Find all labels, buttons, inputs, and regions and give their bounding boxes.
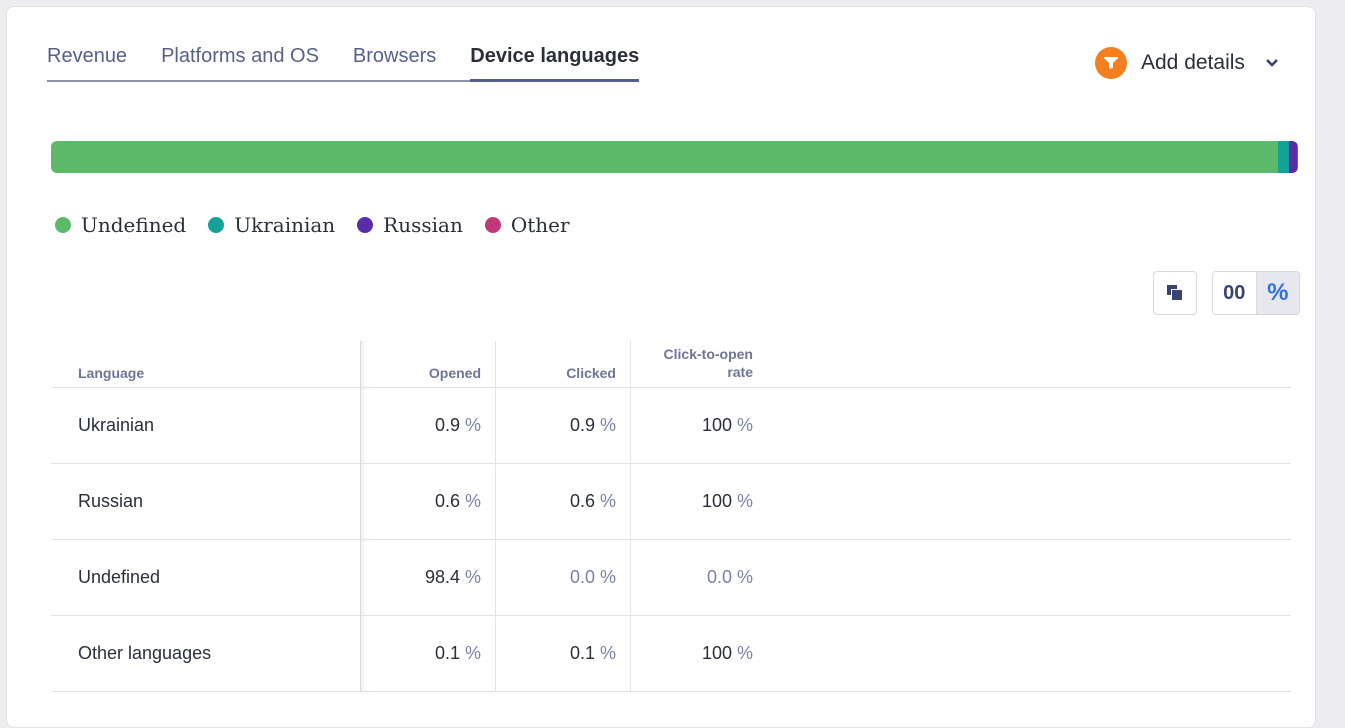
table-row: Ukrainian 0.9% 0.9% 100% xyxy=(51,388,1291,464)
row-filler xyxy=(766,540,1291,615)
unit: % xyxy=(464,643,481,663)
unit: % xyxy=(599,643,616,663)
cell-clicked: 0.0% xyxy=(496,540,631,615)
opened-value: 0.1 xyxy=(434,643,460,663)
opened-value: 0.9 xyxy=(434,415,460,435)
rate-value: 100 xyxy=(701,491,732,511)
bar-segment-undefined[interactable] xyxy=(51,141,1279,173)
report-card: Revenue Platforms and OS Browsers Device… xyxy=(6,6,1316,728)
table-row: Other languages 0.1% 0.1% 100% xyxy=(51,616,1291,692)
clicked-value: 0.9 xyxy=(569,415,595,435)
tab-platforms-and-os[interactable]: Platforms and OS xyxy=(161,45,353,82)
add-details-label: Add details xyxy=(1141,51,1245,74)
bar-segment-other[interactable] xyxy=(1296,141,1298,173)
rate-value: 100 xyxy=(701,643,732,663)
cell-opened: 0.9% xyxy=(361,388,496,463)
rate-value: 100 xyxy=(701,415,732,435)
funnel-icon xyxy=(1095,47,1127,79)
unit: % xyxy=(736,491,753,511)
show-numbers-toggle[interactable]: 00 xyxy=(1213,272,1256,314)
opened-value: 98.4 xyxy=(424,567,460,587)
opened-value: 0.6 xyxy=(434,491,460,511)
rate-value: 0.0 xyxy=(706,567,732,587)
cell-rate: 100% xyxy=(631,616,766,691)
cell-language: Russian xyxy=(51,464,361,539)
unit: % xyxy=(736,415,753,435)
table-row: Russian 0.6% 0.6% 100% xyxy=(51,464,1291,540)
unit: % xyxy=(464,567,481,587)
language-distribution-bar xyxy=(51,141,1298,173)
table-header: Language Opened Clicked Click-to-open ra… xyxy=(51,341,1291,388)
bar-segment-russian[interactable] xyxy=(1289,141,1297,173)
clicked-value: 0.6 xyxy=(569,491,595,511)
cell-language: Other languages xyxy=(51,616,361,691)
header-click-to-open-rate[interactable]: Click-to-open rate xyxy=(631,341,766,387)
unit: % xyxy=(599,491,616,511)
unit: % xyxy=(464,415,481,435)
copy-icon xyxy=(1167,285,1183,301)
tab-bar: Revenue Platforms and OS Browsers Device… xyxy=(47,45,640,82)
cell-language: Ukrainian xyxy=(51,388,361,463)
legend: Undefined Ukrainian Russian Other xyxy=(55,213,592,237)
unit: % xyxy=(599,415,616,435)
unit: % xyxy=(736,643,753,663)
legend-label: Russian xyxy=(383,213,463,237)
legend-item-undefined[interactable]: Undefined xyxy=(55,213,186,237)
chevron-down-icon xyxy=(1265,59,1278,67)
copy-button[interactable] xyxy=(1153,271,1197,315)
legend-dot xyxy=(484,217,501,233)
value-format-toggle: 00 % xyxy=(1212,271,1300,315)
tab-browsers[interactable]: Browsers xyxy=(352,45,471,82)
bar-segment-ukrainian[interactable] xyxy=(1278,141,1290,173)
unit: % xyxy=(464,491,481,511)
header-rate-label: Click-to-open rate xyxy=(663,346,753,380)
tab-device-languages[interactable]: Device languages xyxy=(470,45,640,82)
header-language[interactable]: Language xyxy=(51,341,361,387)
cell-clicked: 0.6% xyxy=(496,464,631,539)
unit: % xyxy=(599,567,616,587)
row-filler xyxy=(766,464,1291,539)
header-opened[interactable]: Opened xyxy=(361,341,496,387)
legend-item-other[interactable]: Other xyxy=(484,213,570,237)
legend-dot xyxy=(208,217,225,233)
add-details-button[interactable]: Add details xyxy=(1095,47,1279,79)
table-row: Undefined 98.4% 0.0% 0.0% xyxy=(51,540,1291,616)
legend-label: Ukrainian xyxy=(234,213,336,237)
legend-label: Undefined xyxy=(81,213,187,237)
cell-rate: 0.0% xyxy=(631,540,766,615)
legend-dot xyxy=(55,217,71,233)
header-clicked[interactable]: Clicked xyxy=(496,341,631,387)
row-filler xyxy=(766,388,1291,463)
cell-opened: 0.1% xyxy=(361,616,496,691)
show-percent-toggle[interactable]: % xyxy=(1255,272,1299,314)
legend-label: Other xyxy=(510,213,570,237)
legend-item-ukrainian[interactable]: Ukrainian xyxy=(208,213,335,237)
legend-dot xyxy=(357,217,374,233)
cell-clicked: 0.1% xyxy=(496,616,631,691)
cell-opened: 0.6% xyxy=(361,464,496,539)
language-table: Language Opened Clicked Click-to-open ra… xyxy=(51,341,1291,692)
row-filler xyxy=(766,616,1291,691)
clicked-value: 0.1 xyxy=(569,643,595,663)
legend-item-russian[interactable]: Russian xyxy=(357,213,463,237)
header-filler xyxy=(766,341,1291,387)
cell-rate: 100% xyxy=(631,464,766,539)
cell-clicked: 0.9% xyxy=(496,388,631,463)
cell-opened: 98.4% xyxy=(361,540,496,615)
clicked-value: 0.0 xyxy=(569,567,595,587)
unit: % xyxy=(736,567,753,587)
tab-revenue[interactable]: Revenue xyxy=(47,45,162,82)
cell-language: Undefined xyxy=(51,540,361,615)
cell-rate: 100% xyxy=(631,388,766,463)
